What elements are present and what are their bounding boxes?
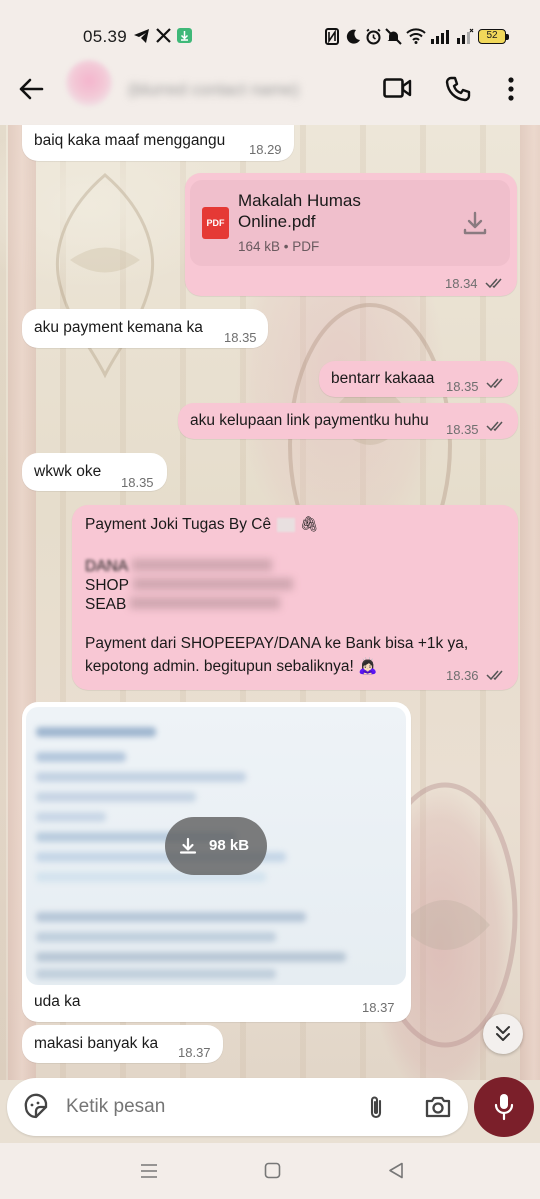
wallpaper-ornament [55, 173, 155, 379]
read-ticks-icon [486, 421, 503, 432]
message-time: 18.34 [445, 276, 478, 291]
download-app-icon [177, 28, 192, 43]
message-time: 18.35 [224, 330, 257, 345]
payment-title: Payment Joki Tugas By Cê 🖇 [85, 516, 319, 533]
message-time: 18.36 [446, 668, 479, 683]
video-call-icon[interactable] [383, 77, 412, 99]
pdf-file-name: Makalah Humas Online.pdf [238, 191, 361, 231]
pdf-file-meta: 164 kB • PDF [238, 239, 320, 254]
scroll-to-bottom-button[interactable] [483, 1014, 523, 1054]
message-text: baiq kaka maaf menggangu [34, 132, 226, 149]
message-time: 18.35 [121, 475, 154, 490]
x-icon [156, 28, 171, 43]
read-ticks-icon [485, 278, 502, 289]
recents-icon[interactable] [140, 1163, 158, 1179]
double-chevron-down-icon [496, 1026, 510, 1041]
mute-icon [385, 28, 402, 45]
payment-accounts: DANA SHOP SEAB [85, 557, 293, 614]
message-bubble-outgoing[interactable]: bentarr kakaaa 18.35 [319, 361, 518, 397]
attach-icon[interactable] [366, 1094, 386, 1122]
more-icon[interactable] [506, 77, 516, 101]
download-icon [179, 837, 197, 854]
nfc-icon [325, 28, 339, 45]
image-download-button[interactable]: 98 kB [165, 817, 267, 875]
voice-call-icon[interactable] [445, 76, 471, 102]
message-bubble-incoming[interactable]: baiq kaka maaf menggangu 18.29 [22, 125, 294, 161]
sticker-icon[interactable] [22, 1093, 50, 1121]
image-caption: uda ka [34, 993, 81, 1010]
read-ticks-icon [486, 378, 503, 389]
download-icon[interactable] [462, 210, 488, 236]
message-time: 18.35 [446, 379, 479, 394]
message-time: 18.29 [249, 142, 282, 157]
message-bubble-incoming[interactable]: makasi banyak ka 18.37 [22, 1025, 223, 1063]
contact-name[interactable]: (blurred contact name) [128, 80, 299, 100]
message-bubble-outgoing[interactable]: aku kelupaan link paymentku huhu 18.35 [178, 403, 518, 439]
back-arrow-icon[interactable] [18, 77, 44, 101]
message-text: wkwk oke [34, 463, 102, 480]
status-time: 05.39 [83, 27, 128, 46]
back-nav-icon[interactable] [388, 1162, 404, 1179]
moon-icon [346, 29, 360, 44]
camera-icon[interactable] [424, 1095, 452, 1119]
battery-indicator: 52 [478, 29, 506, 44]
message-time: 18.37 [178, 1045, 211, 1060]
paperclip-emoji-icon: 🖇 [299, 516, 319, 533]
download-size: 98 kB [209, 837, 250, 854]
message-text: aku kelupaan link paymentku huhu [190, 412, 429, 429]
pdf-file-icon: PDF [202, 207, 229, 239]
mic-icon [494, 1094, 514, 1121]
battery-tip [506, 34, 509, 40]
message-bubble-incoming[interactable]: wkwk oke 18.35 [22, 453, 167, 491]
message-text: makasi banyak ka [34, 1035, 159, 1052]
payment-note: Payment dari SHOPEEPAY/DANA ke Bank bisa… [85, 635, 469, 675]
alarm-icon [366, 28, 381, 45]
signal-icon [431, 30, 449, 44]
telegram-icon [134, 29, 149, 43]
wifi-icon [406, 28, 426, 44]
message-text: bentarr kakaaa [331, 370, 435, 387]
read-ticks-icon [486, 670, 503, 681]
message-time: 18.37 [362, 1000, 395, 1015]
signal-2-icon [457, 28, 474, 44]
avatar[interactable] [66, 60, 112, 106]
message-input[interactable] [66, 1096, 346, 1118]
home-icon[interactable] [264, 1162, 281, 1179]
message-bubble-incoming[interactable]: aku payment kemana ka 18.35 [22, 309, 268, 348]
message-time: 18.35 [446, 422, 479, 437]
mic-button[interactable] [474, 1077, 534, 1137]
document-emoji-icon [277, 517, 296, 532]
message-text: aku payment kemana ka [34, 319, 203, 336]
